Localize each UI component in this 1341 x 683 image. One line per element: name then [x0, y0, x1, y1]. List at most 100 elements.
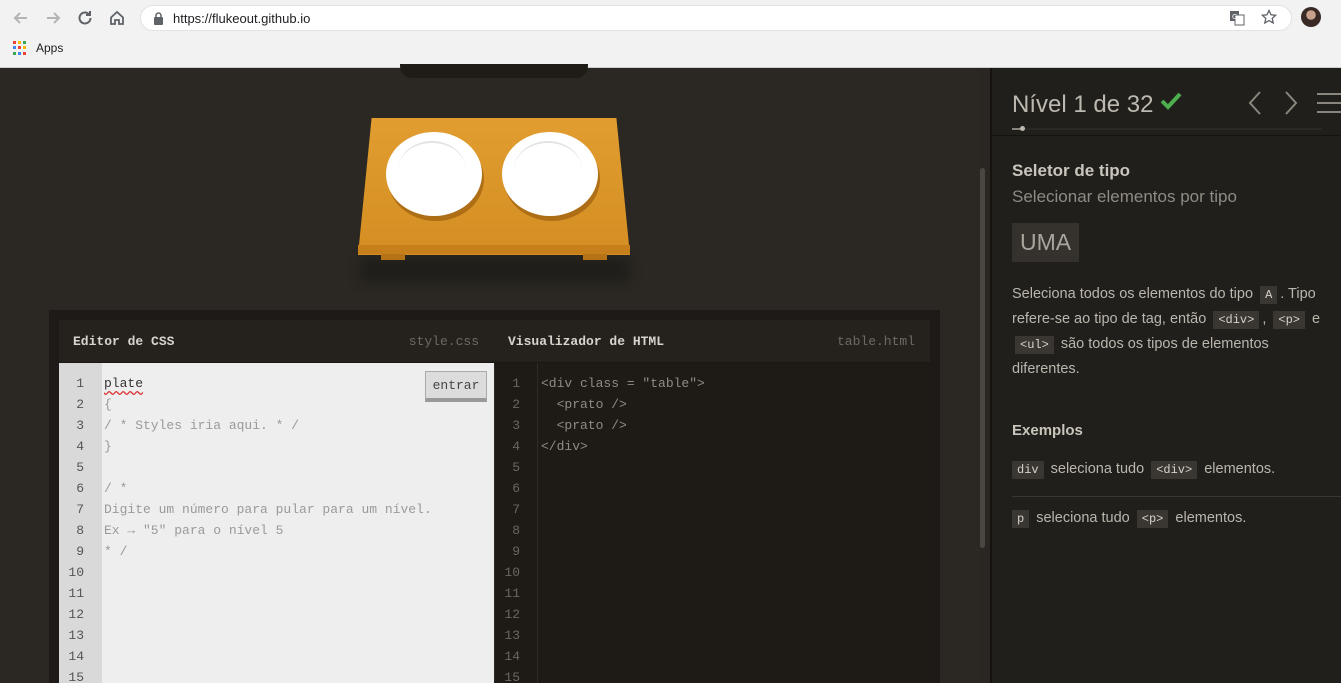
- enter-button[interactable]: entrar: [425, 371, 487, 402]
- plate-2[interactable]: [502, 132, 598, 216]
- selector-description: Seleciona todos os elementos do tipo A. …: [1012, 282, 1338, 381]
- level-title: Nível 1 de 32: [1012, 90, 1154, 118]
- line-number: 13: [504, 628, 520, 643]
- code-line: / *: [104, 481, 128, 496]
- line-number: 13: [68, 628, 84, 643]
- game-area: Editor de CSS style.css Visualizador de …: [0, 64, 980, 683]
- prev-level-icon[interactable]: [1247, 90, 1263, 121]
- line-number: 14: [504, 649, 520, 664]
- level-indicator: Nível 1 de 32: [1012, 90, 1183, 119]
- apps-label: Apps: [36, 41, 64, 55]
- line-number: 4: [512, 439, 520, 454]
- address-bar[interactable]: https://flukeout.github.io G: [140, 5, 1292, 31]
- line-number: 12: [504, 607, 520, 622]
- line-number: 14: [68, 649, 84, 664]
- html-viewer-header: Visualizador de HTML table.html: [494, 320, 930, 363]
- css-editor-header: Editor de CSS style.css: [59, 320, 494, 363]
- apps-bookmark[interactable]: Apps: [13, 41, 63, 55]
- forward-icon[interactable]: [39, 4, 67, 32]
- home-icon[interactable]: [103, 4, 131, 32]
- line-number: 8: [76, 523, 84, 538]
- line-number: 6: [512, 481, 520, 496]
- level-sidebar: Nível 1 de 32 Seletor de tipo Selecionar…: [990, 68, 1341, 683]
- code-line: <prato />: [541, 418, 627, 433]
- example-item: div seleciona tudo <div> elementos.: [1012, 461, 1276, 479]
- profile-avatar[interactable]: [1301, 7, 1321, 27]
- svg-text:G: G: [1232, 13, 1237, 21]
- line-number: 3: [512, 418, 520, 433]
- description-text: Seleciona todos os elementos do tipo: [1012, 286, 1254, 302]
- translate-icon[interactable]: G: [1229, 10, 1245, 31]
- menu-icon[interactable]: [1317, 92, 1341, 119]
- scrollbar-thumb[interactable]: [980, 168, 985, 548]
- line-number: 5: [76, 460, 84, 475]
- css-line-numbers: 1 2 3 4 5 6 7 8 9 10 11 12 13 14 15: [59, 363, 102, 683]
- next-level-icon[interactable]: [1283, 90, 1299, 121]
- lock-icon: [153, 12, 164, 30]
- editor-panel: Editor de CSS style.css Visualizador de …: [49, 310, 940, 683]
- css-editor-title: Editor de CSS: [73, 334, 175, 349]
- description-text: e: [1312, 311, 1321, 327]
- level-header: Nível 1 de 32: [992, 68, 1341, 136]
- css-code[interactable]: plate { / * Styles iria aqui. * /} / * Digi…: [104, 373, 432, 562]
- check-icon: [1159, 90, 1183, 119]
- selector-name: Seletor de tipo: [1012, 161, 1131, 180]
- code-line: / * Styles iria aqui. * /: [104, 418, 300, 433]
- plate-1[interactable]: [386, 132, 482, 216]
- selector-subtitle: Selecionar elementos por tipo: [1012, 187, 1237, 206]
- url-text[interactable]: https://flukeout.github.io: [173, 11, 310, 26]
- example-suffix: elementos.: [1175, 510, 1247, 526]
- example-text: seleciona tudo: [1036, 510, 1130, 526]
- line-number: 11: [68, 586, 84, 601]
- bookmarks-bar: Apps: [0, 36, 1341, 62]
- line-number: 15: [504, 670, 520, 683]
- line-number: 15: [68, 670, 84, 683]
- line-number: 2: [512, 397, 520, 412]
- description-text: ,: [1262, 311, 1267, 327]
- code-line: <prato />: [541, 397, 627, 412]
- line-number: 9: [512, 544, 520, 559]
- reload-icon[interactable]: [71, 4, 99, 32]
- example-suffix: elementos.: [1204, 461, 1276, 477]
- level-progress-dot: [1019, 126, 1025, 131]
- line-number: 4: [76, 439, 84, 454]
- line-number: 9: [76, 544, 84, 559]
- example-element: <p>: [1136, 510, 1169, 528]
- line-number: 1: [512, 376, 520, 391]
- table-leg: [583, 254, 607, 260]
- css-file-name: style.css: [408, 334, 479, 349]
- html-line-numbers: 1 2 3 4 5 6 7 8 9 10 11 12 13 14 15: [495, 363, 538, 683]
- example-element: <div>: [1151, 461, 1198, 479]
- code-line: plate: [104, 376, 144, 391]
- table-shadow: [360, 258, 630, 282]
- selector-syntax: UMA: [1012, 223, 1080, 262]
- line-number: 2: [76, 397, 84, 412]
- code-line: </div>: [541, 439, 588, 454]
- tag-div: <div>: [1213, 311, 1260, 329]
- table-leg: [381, 254, 405, 260]
- bookmark-star-icon[interactable]: [1260, 8, 1278, 30]
- examples-title: Exemplos: [1012, 422, 1083, 439]
- example-selector: div: [1012, 461, 1044, 479]
- example-text: seleciona tudo: [1050, 461, 1145, 477]
- back-icon[interactable]: [7, 4, 35, 32]
- divider: [1012, 496, 1341, 497]
- line-number: 5: [512, 460, 520, 475]
- line-number: 10: [504, 565, 520, 580]
- tag-a: A: [1260, 286, 1278, 304]
- example-item: p seleciona tudo <p> elementos.: [1012, 510, 1247, 528]
- line-number: 8: [512, 523, 520, 538]
- browser-chrome: https://flukeout.github.io G Apps: [0, 0, 1341, 68]
- level-progress: [1012, 126, 1322, 131]
- html-code[interactable]: <div class = "table"> <prato /> <prato /…: [541, 373, 705, 457]
- code-line: <div class = "table">: [541, 376, 705, 391]
- code-line: Ex → "5" para o nível 5: [104, 523, 284, 538]
- help-tab[interactable]: [400, 64, 588, 78]
- code-line: * /: [104, 544, 128, 559]
- code-line: }: [104, 439, 112, 454]
- css-editor[interactable]: 1 2 3 4 5 6 7 8 9 10 11 12 13 14 15 plate{/ * Styles i…: [59, 363, 494, 683]
- code-line: Digite um número para pular para um níve…: [104, 502, 432, 517]
- code-line: {: [104, 397, 112, 412]
- line-number: 7: [76, 502, 84, 517]
